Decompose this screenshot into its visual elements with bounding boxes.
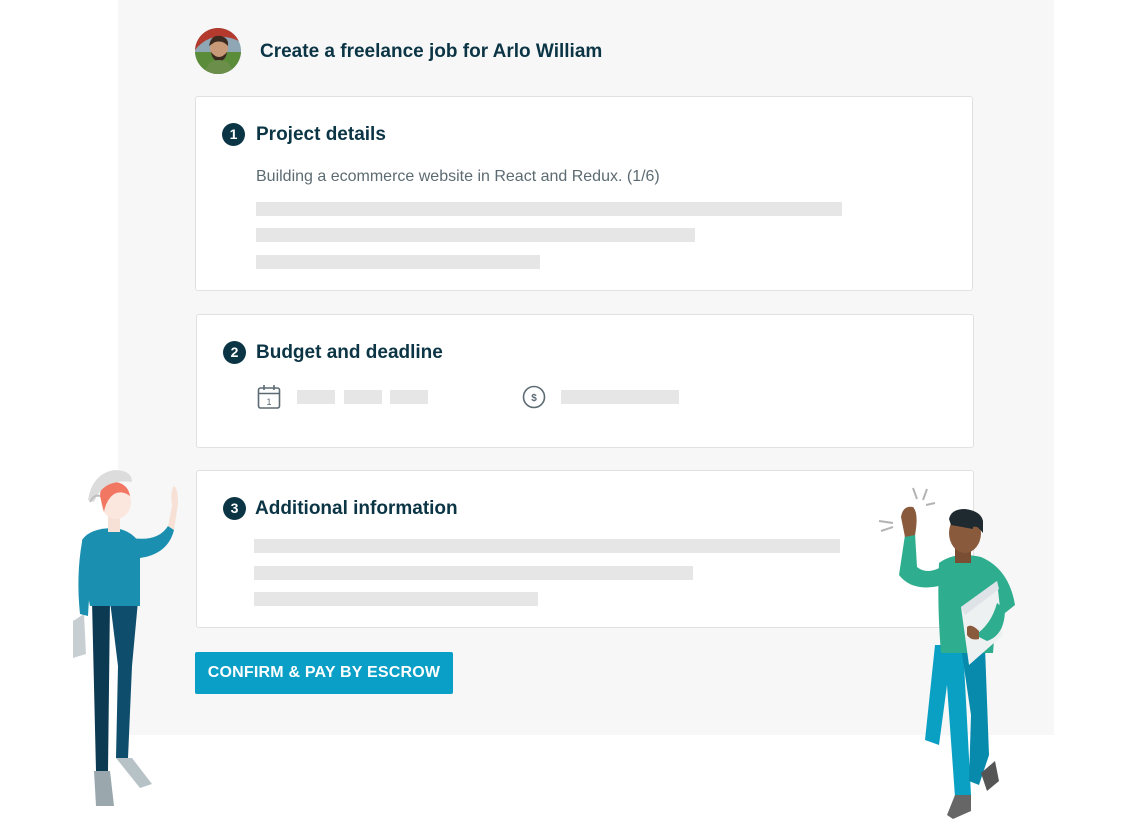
placeholder-line: [254, 592, 538, 606]
man-snapping-illustration: [875, 485, 1030, 830]
date-placeholder: [344, 390, 382, 404]
placeholder-line: [256, 202, 842, 216]
page-title: Create a freelance job for Arlo William: [260, 41, 603, 62]
placeholder-line: [254, 539, 840, 553]
placeholder-line: [256, 228, 695, 242]
section-title: Budget and deadline: [256, 342, 443, 363]
section-title: Additional information: [255, 498, 458, 519]
date-placeholder: [297, 390, 335, 404]
woman-waving-illustration: [70, 466, 190, 816]
project-description: Building a ecommerce website in React an…: [256, 168, 660, 185]
date-placeholder: [390, 390, 428, 404]
placeholder-line: [254, 566, 693, 580]
amount-placeholder: [561, 390, 679, 404]
calendar-icon: 1: [257, 384, 281, 415]
budget-deadline-card: 2 Budget and deadline 1 $: [196, 314, 974, 448]
confirm-pay-escrow-button[interactable]: CONFIRM & PAY BY ESCROW: [195, 652, 453, 694]
section-title: Project details: [256, 124, 386, 145]
placeholder-line: [256, 255, 540, 269]
project-details-card: 1 Project details Building a ecommerce w…: [195, 96, 973, 291]
step-number: 1: [222, 123, 245, 146]
calendar-day: 1: [266, 397, 271, 407]
step-number: 2: [223, 341, 246, 364]
dollar-coin-icon: $: [522, 385, 546, 414]
step-number: 3: [223, 497, 246, 520]
currency-symbol: $: [531, 393, 537, 404]
additional-info-card: 3 Additional information: [196, 470, 974, 628]
avatar: [195, 28, 241, 74]
